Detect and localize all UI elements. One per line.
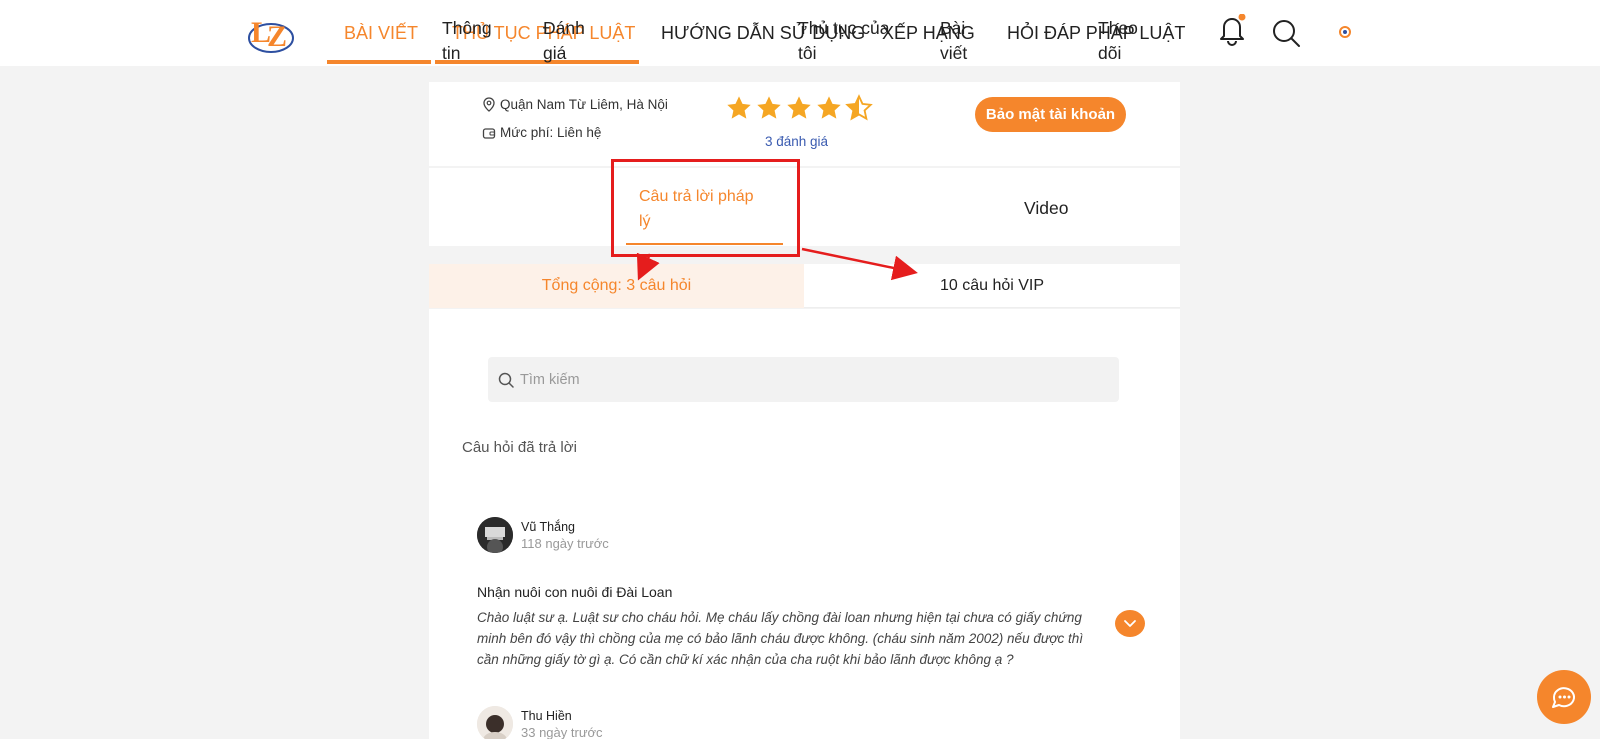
search-box (488, 357, 1119, 402)
question-body: Chào luật sư ạ. Luật sư cho cháu hỏi. Mẹ… (477, 610, 1084, 667)
question-author[interactable]: Thu Hiền (521, 709, 572, 723)
question-title[interactable]: Nhận nuôi con nuôi đi Đài Loan (477, 584, 672, 600)
chat-bubble-icon (1552, 687, 1575, 708)
avatar (477, 706, 513, 739)
chat-button[interactable] (1537, 670, 1591, 724)
question-time: 33 ngày trước (521, 725, 603, 739)
avatar (477, 517, 513, 553)
search-input[interactable] (520, 357, 1110, 402)
question-time: 118 ngày trước (521, 536, 609, 551)
search-icon (498, 372, 514, 393)
expand-answer-button[interactable] (1115, 610, 1145, 637)
answered-questions-title: Câu hỏi đã trả lời (462, 439, 577, 456)
question-author[interactable]: Vũ Thắng (521, 520, 575, 534)
chevron-down-icon (1124, 620, 1136, 627)
